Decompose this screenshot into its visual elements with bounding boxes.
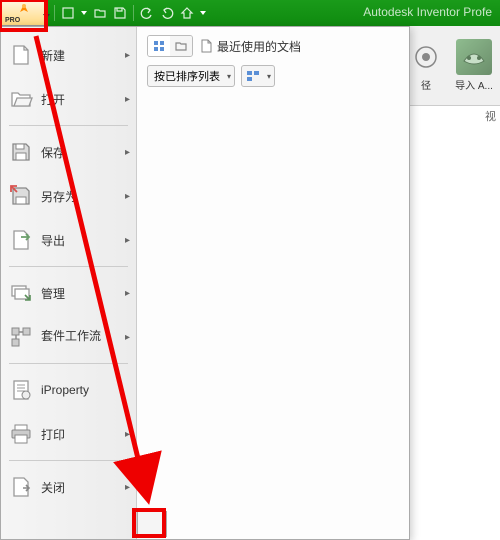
menu-item-export[interactable]: 导出 ▸ <box>1 218 136 262</box>
chevron-right-icon: ▸ <box>125 94 130 105</box>
menu-item-suite[interactable]: 套件工作流 ▸ <box>1 315 136 359</box>
menu-item-open[interactable]: 打开 ▸ <box>1 77 136 121</box>
chevron-down-icon[interactable] <box>198 11 208 15</box>
chevron-right-icon: ▸ <box>125 288 130 299</box>
ribbon-truncated-text: 视 <box>485 108 496 124</box>
qat-home-button[interactable] <box>178 4 196 22</box>
view-list-button[interactable] <box>148 36 170 56</box>
sort-select[interactable]: 按已排序列表 <box>147 65 235 87</box>
menu-item-save[interactable]: 保存 ▸ <box>1 130 136 174</box>
application-menu-button[interactable]: PRO <box>0 0 48 26</box>
chevron-right-icon: ▸ <box>125 429 130 440</box>
export-icon <box>7 226 35 254</box>
print-icon <box>7 420 35 448</box>
menu-item-new[interactable]: 新建 ▸ <box>1 33 136 77</box>
menu-column: 新建 ▸ 打开 ▸ 保存 ▸ 另存为 ▸ 导出 ▸ 管理 ▸ <box>1 27 137 539</box>
recent-documents-panel: 最近使用的文档 按已排序列表 <box>137 27 409 539</box>
save-icon <box>7 138 35 166</box>
qat-open-button[interactable] <box>91 4 109 22</box>
chevron-right-icon: ▸ <box>125 332 130 343</box>
close-file-icon <box>7 473 35 501</box>
app-pro-label: PRO <box>5 17 20 24</box>
new-file-icon <box>7 41 35 69</box>
chevron-right-icon: ▸ <box>125 482 130 493</box>
view-tile-button[interactable] <box>170 36 192 56</box>
qat-save-button[interactable] <box>111 4 129 22</box>
filter-select[interactable] <box>241 65 275 87</box>
iproperty-icon <box>7 376 35 404</box>
suite-workflow-icon <box>7 323 35 351</box>
document-icon <box>199 39 213 53</box>
qat-new-button[interactable] <box>59 4 77 22</box>
ribbon-item-path[interactable]: 径 <box>404 39 448 92</box>
menu-item-iproperty[interactable]: iProperty <box>1 368 136 412</box>
chevron-right-icon: ▸ <box>125 147 130 158</box>
options-button[interactable] <box>137 511 167 537</box>
menu-item-close[interactable]: 关闭 ▸ <box>1 465 136 509</box>
save-as-icon <box>7 182 35 210</box>
qat-undo-button[interactable] <box>138 4 156 22</box>
chevron-down-icon[interactable] <box>79 11 89 15</box>
ribbon-item-import[interactable]: 导入 A... <box>452 39 496 92</box>
qat-redo-button[interactable] <box>158 4 176 22</box>
chevron-right-icon: ▸ <box>125 235 130 246</box>
window-title: Autodesk Inventor Profe <box>363 5 492 19</box>
chevron-right-icon: ▸ <box>125 191 130 202</box>
manage-icon <box>7 279 35 307</box>
menu-item-print[interactable]: 打印 ▸ <box>1 412 136 456</box>
application-menu-dropdown: 新建 ▸ 打开 ▸ 保存 ▸ 另存为 ▸ 导出 ▸ 管理 ▸ <box>0 26 410 540</box>
view-toggle <box>147 35 193 57</box>
chevron-right-icon: ▸ <box>125 50 130 61</box>
recent-documents-title: 最近使用的文档 <box>199 38 301 55</box>
menu-item-manage[interactable]: 管理 ▸ <box>1 271 136 315</box>
menu-item-saveas[interactable]: 另存为 ▸ <box>1 174 136 218</box>
folder-open-icon <box>7 85 35 113</box>
